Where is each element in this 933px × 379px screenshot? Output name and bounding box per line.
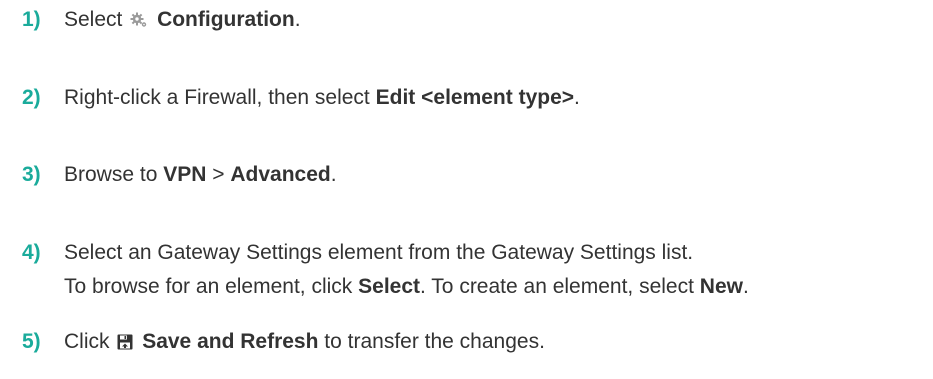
edit-element-type-label: Edit <element type> bbox=[375, 86, 575, 109]
save-and-refresh-label: Save and Refresh bbox=[142, 330, 319, 353]
step-text-mid: . To create an element, select bbox=[420, 275, 694, 298]
gear-icon bbox=[130, 5, 148, 39]
advanced-label: Advanced bbox=[230, 163, 331, 186]
step-text-pre: Browse to bbox=[64, 163, 158, 186]
step-number: 4) bbox=[22, 241, 41, 264]
configuration-label: Configuration bbox=[157, 8, 295, 31]
step-text: Click Save and Refresh to transfer the c… bbox=[64, 325, 933, 361]
step-text: Select Configuration. bbox=[64, 3, 933, 39]
step-text-line-1: Select an Gateway Settings element from … bbox=[64, 241, 694, 264]
new-label: New bbox=[699, 275, 743, 298]
path-separator: > bbox=[212, 163, 225, 186]
step-text: Right-click a Firewall, then select Edit… bbox=[64, 81, 933, 115]
step-text-pre: Select bbox=[64, 8, 123, 31]
step-number: 1) bbox=[22, 8, 41, 31]
step-number: 2) bbox=[22, 86, 41, 109]
step-text: Browse to VPN > Advanced. bbox=[64, 158, 933, 192]
step-4: 4) Select an Gateway Settings element fr… bbox=[22, 236, 933, 304]
select-label: Select bbox=[358, 275, 421, 298]
step-text-pre: Right-click a Firewall, then select bbox=[64, 86, 370, 109]
step-text-post: . bbox=[330, 163, 337, 186]
step-2: 2) Right-click a Firewall, then select E… bbox=[22, 81, 933, 115]
step-text-post: to transfer the changes. bbox=[324, 330, 545, 353]
step-1: 1) Select Configuration. bbox=[22, 3, 933, 39]
step-5: 5) Click Save and Refresh to transfer th… bbox=[22, 325, 933, 361]
step-number: 5) bbox=[22, 330, 41, 353]
step-text-pre: Click bbox=[64, 330, 110, 353]
step-text-pre: To browse for an element, click bbox=[64, 275, 353, 298]
step-3: 3) Browse to VPN > Advanced. bbox=[22, 158, 933, 192]
save-icon bbox=[117, 327, 133, 361]
vpn-label: VPN bbox=[163, 163, 207, 186]
step-text-post: . bbox=[742, 275, 749, 298]
step-text-line-2: To browse for an element, click Select. … bbox=[64, 270, 933, 304]
step-number: 3) bbox=[22, 163, 41, 186]
step-text-post: . bbox=[574, 86, 580, 109]
step-text-post: . bbox=[294, 8, 301, 31]
